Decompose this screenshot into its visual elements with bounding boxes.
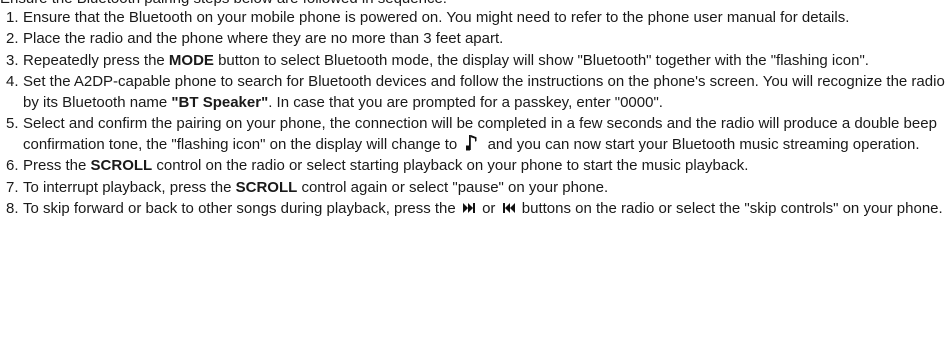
step-text: . In case that you are prompted for a pa… <box>268 93 663 111</box>
step-6: 6. Press the SCROLL control on the radio… <box>0 156 945 176</box>
skip-forward-icon <box>462 203 475 214</box>
step-number: 7. <box>6 178 19 196</box>
step-7: 7. To interrupt playback, press the SCRO… <box>0 178 945 198</box>
step-text: buttons on the radio or select the "skip… <box>521 199 943 217</box>
bluetooth-device-name: "BT Speaker" <box>171 93 269 111</box>
mode-button-label: MODE <box>168 51 214 69</box>
step-3: 3. Repeatedly press the MODE button to s… <box>0 51 945 71</box>
skip-back-icon <box>502 203 515 214</box>
step-text: To interrupt playback, press the <box>23 178 236 196</box>
step-text: button to select Bluetooth mode, the dis… <box>213 51 869 69</box>
step-text: and you can now start your Bluetooth mus… <box>487 135 920 153</box>
step-number: 5. <box>6 115 19 133</box>
step-2: 2. Place the radio and the phone where t… <box>0 29 945 49</box>
step-text: control again or select "pause" on your … <box>297 178 609 196</box>
step-text: To skip forward or back to other songs d… <box>23 199 456 217</box>
step-text: Ensure that the Bluetooth on your mobile… <box>23 9 850 26</box>
step-text: Press the <box>23 157 91 175</box>
scroll-control-label: SCROLL <box>235 178 298 196</box>
step-number: 1. <box>6 9 19 26</box>
step-1: 1. Ensure that the Bluetooth on your mob… <box>0 8 945 28</box>
step-text: Place the radio and the phone where they… <box>23 30 504 48</box>
step-4: 4. Set the A2DP-capable phone to search … <box>0 72 945 113</box>
step-number: 3. <box>6 51 19 69</box>
step-5: 5. Select and confirm the pairing on you… <box>0 114 945 155</box>
step-text: control on the radio or select starting … <box>152 157 749 175</box>
step-number: 4. <box>6 73 19 91</box>
step-8: 8. To skip forward or back to other song… <box>0 199 945 219</box>
step-number: 6. <box>6 157 19 175</box>
step-number: 2. <box>6 30 19 48</box>
step-number: 8. <box>6 199 19 217</box>
instruction-document: Ensure the Bluetooth pairing steps below… <box>0 0 949 360</box>
step-text: or <box>482 199 496 217</box>
scroll-control-label: SCROLL <box>90 157 153 175</box>
step-text: Repeatedly press the <box>23 51 169 69</box>
pairing-steps-list: 1. Ensure that the Bluetooth on your mob… <box>0 8 945 220</box>
music-note-icon <box>466 134 477 151</box>
